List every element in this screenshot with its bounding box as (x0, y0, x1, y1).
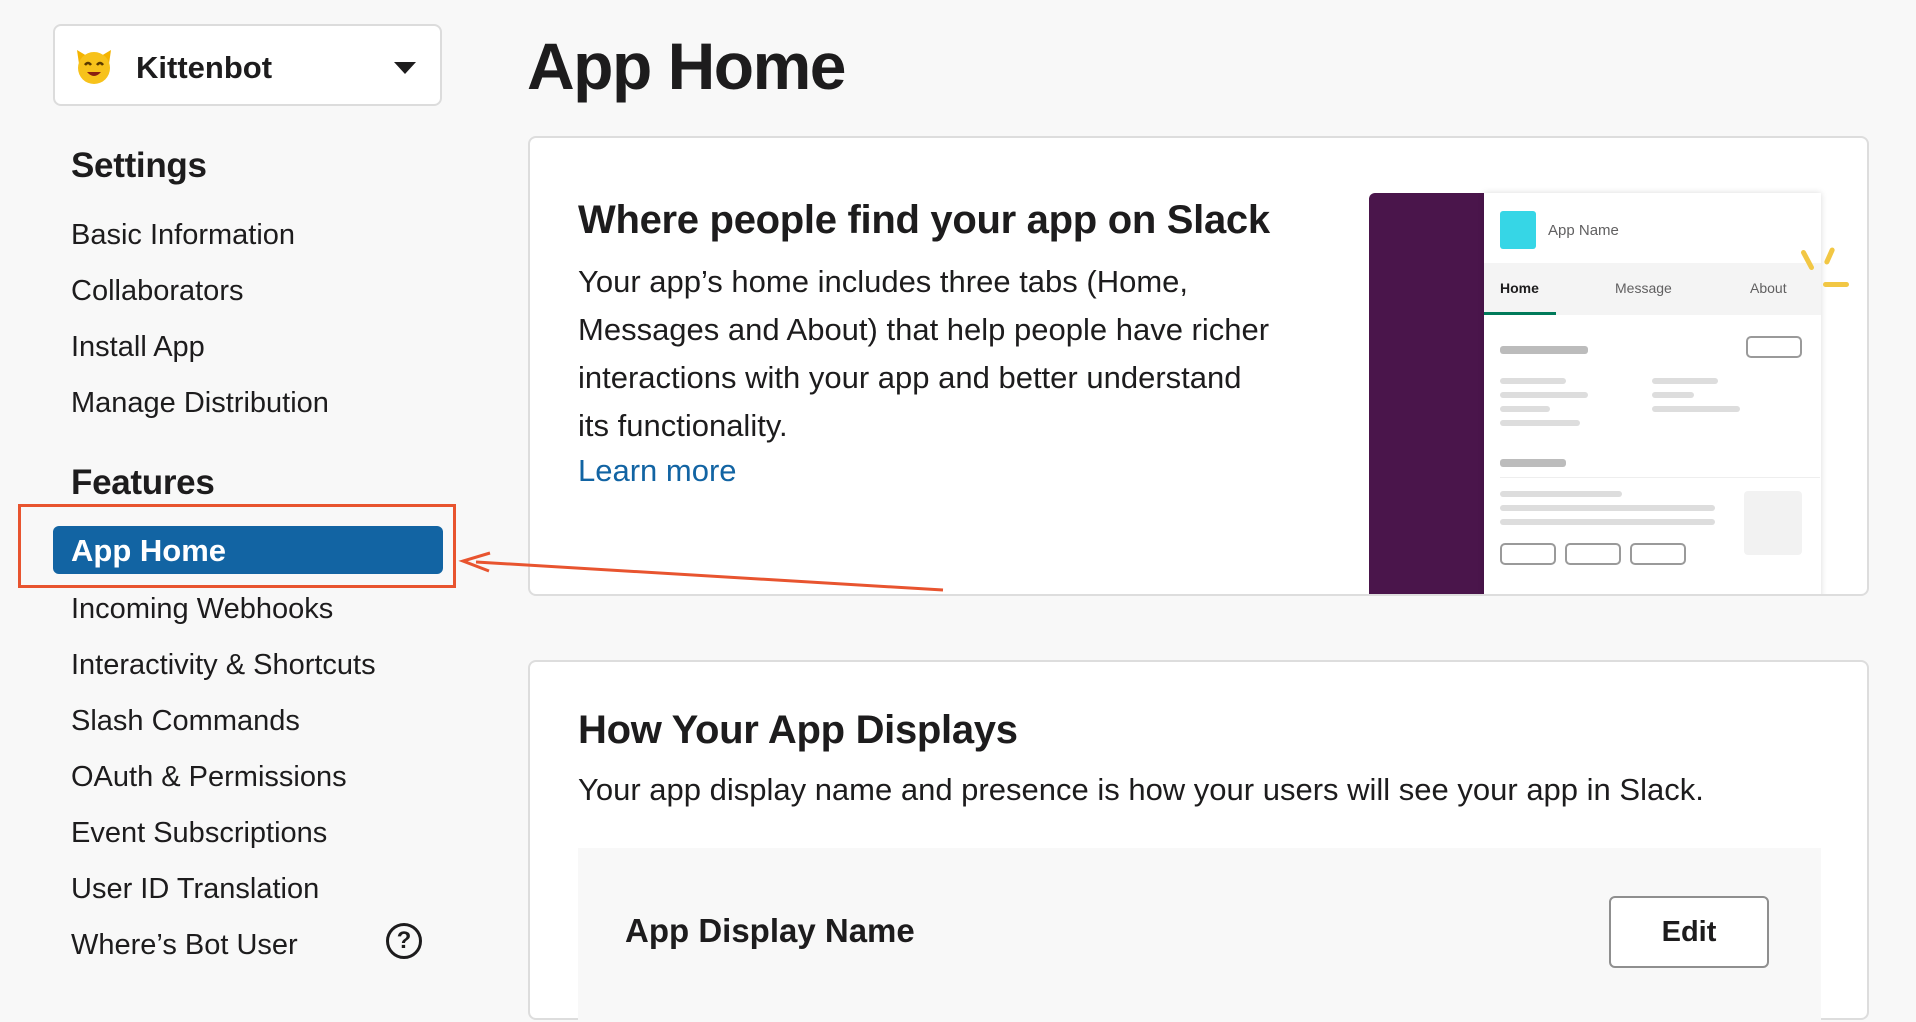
preview-header: App Name (1484, 193, 1821, 263)
chevron-down-icon (394, 62, 416, 74)
preview-tab-message: Message (1615, 280, 1672, 296)
preview-placeholder-bar (1500, 420, 1580, 426)
sidebar-item-install-app[interactable]: Install App (71, 331, 205, 364)
edit-button[interactable]: Edit (1609, 896, 1769, 968)
sidebar-item-incoming-webhooks[interactable]: Incoming Webhooks (71, 593, 333, 626)
annotation-arrowhead (458, 551, 491, 573)
description-line: interactions with your app and better un… (578, 360, 1242, 395)
preview-placeholder-bar (1500, 378, 1566, 384)
intro-card: Where people find your app on Slack Your… (528, 136, 1869, 596)
sidebar-item-user-id-translation[interactable]: User ID Translation (71, 873, 319, 906)
annotation-highlight-box (18, 504, 456, 588)
preview-placeholder-button (1746, 336, 1802, 358)
preview-placeholder-bar (1500, 519, 1715, 525)
preview-tab-home: Home (1500, 280, 1539, 296)
preview-placeholder-button (1565, 543, 1621, 565)
preview-app-name: App Name (1548, 222, 1619, 239)
app-display-name-row: App Display Name Edit (578, 848, 1821, 1022)
preview-placeholder-bar (1500, 459, 1566, 467)
description-line: its functionality. (578, 408, 788, 443)
preview-placeholder-bar (1652, 406, 1740, 412)
preview-app-icon (1500, 211, 1536, 249)
description-line: Your app’s home includes three tabs (Hom… (578, 264, 1189, 299)
sidebar-item-event-subscriptions[interactable]: Event Subscriptions (71, 817, 327, 850)
preview-sidebar-rail (1369, 193, 1484, 594)
sidebar-item-basic-information[interactable]: Basic Information (71, 219, 295, 252)
sidebar-item-oauth-permissions[interactable]: OAuth & Permissions (71, 761, 347, 794)
preview-placeholder-bar (1500, 505, 1715, 511)
page-title: App Home (527, 29, 847, 103)
sidebar-item-slash-commands[interactable]: Slash Commands (71, 705, 300, 738)
preview-placeholder-bar (1500, 491, 1622, 497)
sidebar-item-wheres-bot-user[interactable]: Where’s Bot User (71, 929, 298, 962)
preview-placeholder-bar (1500, 392, 1588, 398)
preview-divider (1500, 477, 1820, 478)
intro-card-title: Where people find your app on Slack (578, 198, 1270, 242)
display-card-description: Your app display name and presence is ho… (578, 772, 1704, 807)
preview-placeholder-bar (1500, 346, 1588, 354)
preview-tabs: Home Message About (1484, 263, 1821, 315)
preview-tab-underline (1484, 312, 1556, 315)
preview-placeholder-button (1630, 543, 1686, 565)
sidebar-item-interactivity-shortcuts[interactable]: Interactivity & Shortcuts (71, 649, 376, 682)
sidebar-item-collaborators[interactable]: Collaborators (71, 275, 243, 308)
settings-heading: Settings (71, 146, 207, 185)
preview-placeholder-bar (1500, 406, 1550, 412)
preview-placeholder-bar (1652, 392, 1694, 398)
help-icon[interactable]: ? (386, 923, 422, 959)
features-heading: Features (71, 463, 215, 502)
sparkle-accent (1823, 246, 1836, 266)
preview-tab-about: About (1750, 280, 1787, 296)
preview-placeholder-button (1500, 543, 1556, 565)
app-display-name-label: App Display Name (625, 912, 915, 949)
app-home-preview-illustration: App Name Home Message About (1369, 193, 1849, 594)
display-card-title: How Your App Displays (578, 708, 1018, 752)
description-line: Messages and About) that help people hav… (578, 312, 1270, 347)
preview-panel: App Name Home Message About (1484, 193, 1821, 594)
app-picker-dropdown[interactable]: Kittenbot (53, 24, 442, 106)
cat-face-icon (77, 50, 111, 84)
app-name: Kittenbot (136, 50, 273, 85)
learn-more-link[interactable]: Learn more (578, 453, 737, 489)
intro-card-description: Your app’s home includes three tabs (Hom… (578, 258, 1338, 450)
display-card: How Your App Displays Your app display n… (528, 660, 1869, 1022)
sparkle-accent (1823, 282, 1849, 287)
preview-image-placeholder (1744, 491, 1802, 555)
preview-placeholder-bar (1652, 378, 1718, 384)
sidebar-item-manage-distribution[interactable]: Manage Distribution (71, 387, 329, 420)
